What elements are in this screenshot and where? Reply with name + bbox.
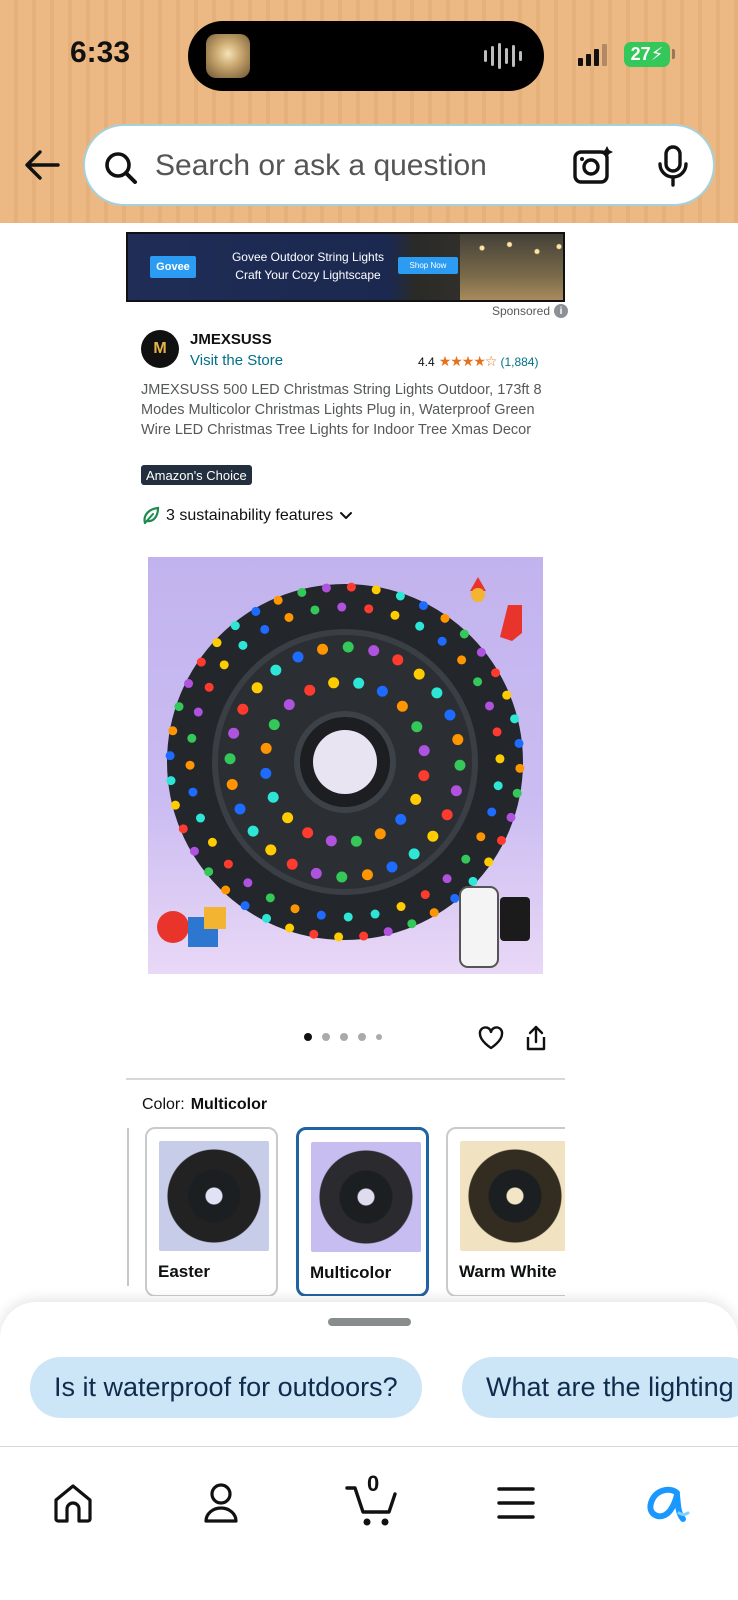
ad-text: Govee Outdoor String Lights Craft Your C… (208, 248, 408, 284)
sustainability-label: 3 sustainability features (166, 507, 334, 524)
product-rating[interactable]: 4.4 ★★★★☆ (1,884) (418, 353, 538, 370)
rating-count[interactable]: (1,884) (500, 355, 538, 369)
now-playing-thumbnail (206, 34, 250, 78)
carousel-dot[interactable] (322, 1033, 330, 1041)
info-icon[interactable]: i (554, 304, 568, 318)
selected-color: Multicolor (190, 1096, 268, 1113)
product-image[interactable] (148, 557, 543, 974)
visit-store-link[interactable]: Visit the Store (190, 352, 283, 369)
share-icon[interactable] (523, 1024, 549, 1052)
ad-shop-now-button[interactable]: Shop Now (398, 257, 458, 274)
cart-icon[interactable]: 0 (340, 1471, 404, 1533)
ad-subline: Craft Your Cozy Lightscape (235, 268, 381, 282)
rufus-suggestions-sheet[interactable]: Is it waterproof for outdoors? What are … (0, 1302, 738, 1447)
carousel-dot[interactable] (340, 1033, 348, 1041)
image-carousel-dots[interactable] (304, 1033, 382, 1041)
battery-indicator: 27 ⚡ (624, 42, 670, 67)
sponsored-label[interactable]: Sponsored i (478, 302, 568, 320)
sheet-drag-handle[interactable] (328, 1318, 411, 1326)
carousel-dot[interactable] (376, 1034, 382, 1040)
status-time: 6:33 (70, 36, 131, 69)
rating-value: 4.4 (418, 354, 435, 369)
search-icon[interactable] (101, 148, 141, 188)
ad-brand-logo: Govee (150, 256, 196, 278)
ad-headline: Govee Outdoor String Lights (231, 250, 385, 264)
microphone-icon[interactable] (653, 144, 693, 188)
cellular-signal-icon (578, 44, 607, 66)
product-title: JMEXSUSS 500 LED Christmas String Lights… (141, 382, 542, 438)
color-swatch-multicolor[interactable]: Multicolor (296, 1127, 429, 1296)
brand-name: JMEXSUSS (190, 331, 272, 348)
star-rating-icon: ★★★★☆ (438, 353, 498, 369)
color-swatch-easter[interactable]: Easter (145, 1127, 278, 1296)
battery-tip (672, 49, 675, 59)
swatch-label: Multicolor (310, 1263, 392, 1282)
heart-icon[interactable] (478, 1025, 504, 1051)
swatch-image (460, 1141, 565, 1251)
back-arrow-icon[interactable] (20, 143, 64, 187)
sponsored-text: Sponsored (491, 304, 550, 318)
battery-level: 27 (630, 44, 651, 64)
amazons-choice-badge: Amazon's Choice (141, 465, 252, 485)
previous-swatch-edge[interactable] (126, 1128, 129, 1286)
sustainability-features[interactable]: 3 sustainability features (142, 506, 353, 526)
section-divider (126, 1078, 565, 1080)
brand-logo[interactable]: M (141, 330, 179, 368)
rufus-icon[interactable] (637, 1473, 697, 1533)
home-icon[interactable] (43, 1473, 103, 1533)
swatch-label: Warm White (459, 1262, 557, 1281)
audio-wave-icon (484, 43, 522, 69)
color-label: Color: Multicolor (142, 1096, 267, 1114)
menu-icon[interactable] (486, 1473, 546, 1533)
carousel-dot[interactable] (358, 1033, 366, 1041)
color-swatch-list[interactable]: Easter Multicolor Warm White (126, 1124, 565, 1296)
swatch-image (159, 1141, 269, 1251)
swatch-image (311, 1142, 421, 1252)
color-swatch-warm-white[interactable]: Warm White (446, 1127, 565, 1296)
bottom-tab-bar: 0 (0, 1446, 738, 1600)
dynamic-island[interactable] (188, 21, 544, 91)
leaf-icon (143, 506, 160, 525)
color-label-text: Color: (142, 1096, 185, 1113)
cart-count: 0 (367, 1471, 380, 1496)
charging-bolt-icon: ⚡ (650, 44, 664, 64)
header: 6:33 27 ⚡ (0, 0, 738, 223)
ad-photo (460, 234, 563, 300)
chevron-down-icon (340, 512, 353, 519)
suggestion-chip[interactable]: Is it waterproof for outdoors? (30, 1357, 422, 1418)
search-bar[interactable] (83, 124, 715, 206)
camera-lens-icon[interactable] (571, 144, 615, 188)
carousel-dot[interactable] (304, 1033, 312, 1041)
account-icon[interactable] (191, 1473, 251, 1533)
suggestion-chip[interactable]: What are the lighting (462, 1357, 738, 1418)
search-input[interactable] (155, 142, 535, 190)
swatch-label: Easter (158, 1262, 210, 1281)
sponsored-ad-banner[interactable]: Govee Govee Outdoor String Lights Craft … (126, 232, 565, 302)
